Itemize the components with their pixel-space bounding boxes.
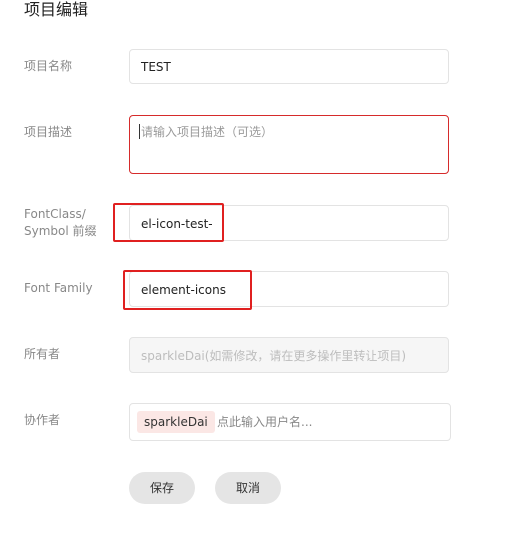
text-caret: [139, 124, 140, 139]
project-description-placeholder: 请输入项目描述（可选）: [141, 125, 274, 139]
collaborators-placeholder: 点此输入用户名...: [217, 415, 313, 429]
project-name-input[interactable]: TEST: [129, 49, 449, 84]
project-name-label: 项目名称: [24, 59, 73, 73]
font-family-highlight-box: [123, 270, 252, 310]
font-family-label: Font Family: [24, 281, 93, 295]
collaborators-label: 协作者: [24, 413, 61, 427]
project-name-value: TEST: [141, 60, 171, 74]
owner-input: sparkleDai(如需修改，请在更多操作里转让项目): [129, 337, 449, 373]
owner-placeholder: sparkleDai(如需修改，请在更多操作里转让项目): [141, 349, 407, 363]
prefix-label-line2: Symbol 前缀: [24, 224, 97, 238]
project-description-label: 项目描述: [24, 125, 73, 139]
owner-label: 所有者: [24, 347, 61, 361]
page-title: 项目编辑: [24, 0, 89, 19]
save-button[interactable]: 保存: [129, 472, 195, 504]
cancel-button[interactable]: 取消: [215, 472, 281, 504]
collaborators-input[interactable]: sparkleDai 点此输入用户名...: [129, 403, 451, 441]
prefix-highlight-box: [113, 203, 224, 242]
project-description-textarea[interactable]: 请输入项目描述（可选）: [129, 115, 449, 174]
collaborator-tag[interactable]: sparkleDai: [137, 411, 215, 433]
